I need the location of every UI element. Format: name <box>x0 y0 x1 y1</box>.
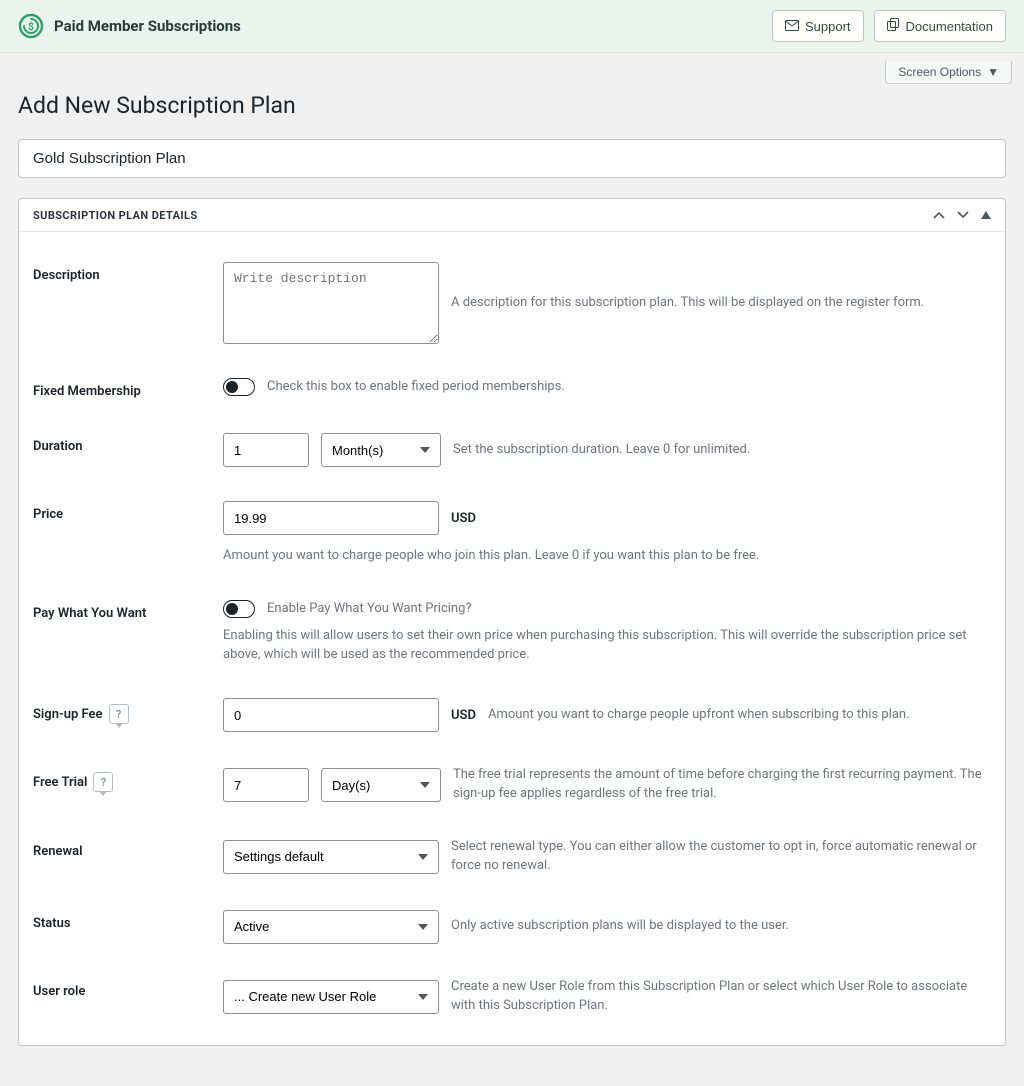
postbox-body: Description A description for this subsc… <box>19 232 1005 1045</box>
row-status: Status Active Only active subscription p… <box>33 910 991 944</box>
svg-text:$: $ <box>28 20 34 33</box>
row-description: Description A description for this subsc… <box>33 262 991 344</box>
help-free-trial: The free trial represents the amount of … <box>453 766 983 804</box>
documentation-button[interactable]: Documentation <box>874 10 1006 42</box>
screen-options-label: Screen Options <box>898 65 981 79</box>
label-description: Description <box>33 262 223 283</box>
label-signup-fee: Sign-up Fee ? <box>33 698 223 724</box>
row-pwyw: Pay What You Want Enable Pay What You Wa… <box>33 600 991 665</box>
postbox-header: SUBSCRIPTION PLAN DETAILS <box>19 199 1005 232</box>
control-duration: Month(s) Set the subscription duration. … <box>223 433 750 467</box>
row-user-role: User role ... Create new User Role Creat… <box>33 978 991 1016</box>
control-description: A description for this subscription plan… <box>223 262 924 344</box>
control-signup-fee: USD Amount you want to charge people upf… <box>223 698 910 732</box>
header-left: $ Paid Member Subscriptions <box>18 13 241 39</box>
signup-fee-currency: USD <box>451 708 476 723</box>
duration-unit-select[interactable]: Month(s) <box>321 433 441 467</box>
help-duration: Set the subscription duration. Leave 0 f… <box>453 441 750 460</box>
control-renewal: Settings default Select renewal type. Yo… <box>223 838 981 876</box>
price-input[interactable] <box>223 501 439 535</box>
plugin-logo-icon: $ <box>18 13 44 39</box>
help-signup-fee: Amount you want to charge people upfront… <box>488 706 910 725</box>
page-content: Add New Subscription Plan SUBSCRIPTION P… <box>0 92 1024 1086</box>
row-price: Price USD Amount you want to charge peop… <box>33 501 991 566</box>
free-trial-unit-select[interactable]: Day(s) <box>321 768 441 802</box>
toggle-panel-icon[interactable] <box>981 207 991 223</box>
screen-options-button[interactable]: Screen Options ▼ <box>885 61 1012 84</box>
screen-options-row: Screen Options ▼ <box>0 53 1024 84</box>
label-fixed-membership: Fixed Membership <box>33 378 223 399</box>
status-select[interactable]: Active <box>223 910 439 944</box>
help-pwyw-block: Enabling this will allow users to set th… <box>223 627 983 665</box>
documentation-label: Documentation <box>906 19 993 34</box>
support-label: Support <box>805 19 851 34</box>
help-fixed-membership: Check this box to enable fixed period me… <box>267 378 565 397</box>
plan-details-postbox: SUBSCRIPTION PLAN DETAILS Description A … <box>18 198 1006 1046</box>
signup-fee-input[interactable] <box>223 698 439 732</box>
user-role-select[interactable]: ... Create new User Role <box>223 980 439 1014</box>
help-renewal: Select renewal type. You can either allo… <box>451 838 981 876</box>
move-up-icon[interactable] <box>933 207 945 223</box>
postbox-title: SUBSCRIPTION PLAN DETAILS <box>33 209 198 222</box>
control-free-trial: Day(s) The free trial represents the amo… <box>223 766 983 804</box>
price-currency: USD <box>451 511 476 526</box>
help-description: A description for this subscription plan… <box>451 294 924 313</box>
label-duration: Duration <box>33 433 223 454</box>
label-pwyw: Pay What You Want <box>33 600 223 621</box>
label-price: Price <box>33 501 223 522</box>
row-renewal: Renewal Settings default Select renewal … <box>33 838 991 876</box>
duration-input[interactable] <box>223 433 309 467</box>
help-tooltip-icon[interactable]: ? <box>109 704 129 724</box>
free-trial-input[interactable] <box>223 768 309 802</box>
help-user-role: Create a new User Role from this Subscri… <box>451 978 991 1016</box>
help-status: Only active subscription plans will be d… <box>451 917 789 936</box>
control-pwyw: Enable Pay What You Want Pricing? Enabli… <box>223 600 983 665</box>
pwyw-toggle[interactable] <box>223 600 255 618</box>
help-price: Amount you want to charge people who joi… <box>223 547 759 566</box>
header-right: Support Documentation <box>772 10 1006 42</box>
page-title: Add New Subscription Plan <box>18 92 1006 119</box>
renewal-select[interactable]: Settings default <box>223 840 439 874</box>
row-signup-fee: Sign-up Fee ? USD Amount you want to cha… <box>33 698 991 732</box>
row-fixed-membership: Fixed Membership Check this box to enabl… <box>33 378 991 399</box>
control-user-role: ... Create new User Role Create a new Us… <box>223 978 991 1016</box>
plan-title-input[interactable] <box>18 139 1006 178</box>
chevron-down-icon: ▼ <box>987 65 999 79</box>
row-duration: Duration Month(s) Set the subscription d… <box>33 433 991 467</box>
help-tooltip-icon[interactable]: ? <box>93 772 113 792</box>
label-status: Status <box>33 910 223 931</box>
control-price: USD Amount you want to charge people who… <box>223 501 991 566</box>
label-free-trial: Free Trial ? <box>33 766 223 792</box>
support-button[interactable]: Support <box>772 10 864 42</box>
label-renewal: Renewal <box>33 838 223 859</box>
fixed-membership-toggle[interactable] <box>223 378 255 396</box>
copy-icon <box>887 18 900 34</box>
control-fixed-membership: Check this box to enable fixed period me… <box>223 378 565 397</box>
control-status: Active Only active subscription plans wi… <box>223 910 789 944</box>
plugin-header: $ Paid Member Subscriptions Support Docu… <box>0 0 1024 53</box>
help-pwyw-inline: Enable Pay What You Want Pricing? <box>267 600 472 619</box>
postbox-handles <box>933 207 991 223</box>
description-textarea[interactable] <box>223 262 439 344</box>
label-signup-fee-text: Sign-up Fee <box>33 707 103 722</box>
move-down-icon[interactable] <box>957 207 969 223</box>
row-free-trial: Free Trial ? Day(s) The free trial repre… <box>33 766 991 804</box>
mail-icon <box>785 19 799 34</box>
label-free-trial-text: Free Trial <box>33 775 87 790</box>
label-user-role: User role <box>33 978 223 999</box>
plugin-title: Paid Member Subscriptions <box>54 17 241 35</box>
